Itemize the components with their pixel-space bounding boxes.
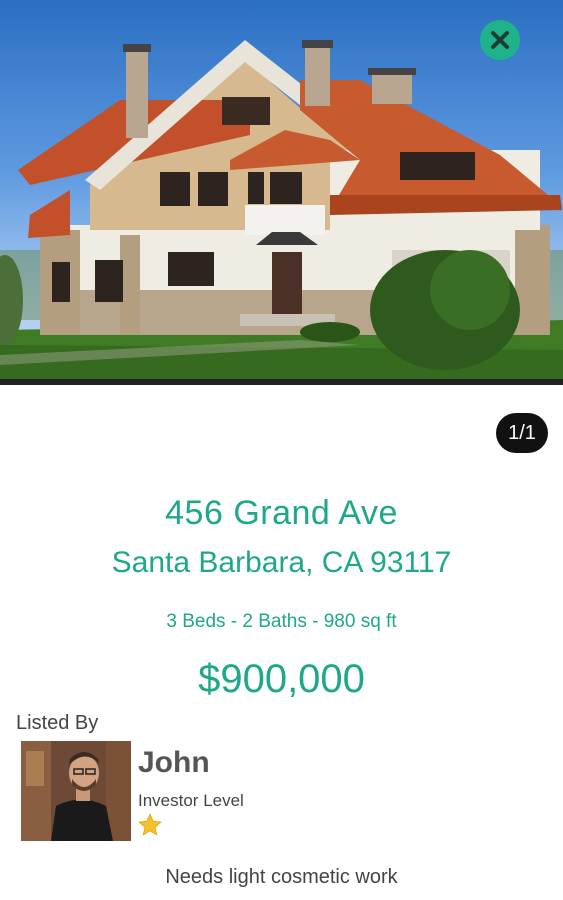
photo-counter: 1/1 xyxy=(496,413,548,453)
listing-specs: 3 Beds - 2 Baths - 980 sq ft xyxy=(166,611,397,632)
listing-price: $900,000 xyxy=(198,657,365,701)
close-icon xyxy=(491,31,509,49)
listing-note: Needs light cosmetic work xyxy=(165,866,398,888)
listing-photo[interactable] xyxy=(0,0,563,385)
listed-by-label: Listed By xyxy=(16,712,99,734)
listing-city: Santa Barbara, CA 93117 xyxy=(111,546,452,579)
agent-level: Investor Level xyxy=(138,791,244,810)
agent-avatar[interactable] xyxy=(21,741,131,841)
listing-street: 456 Grand Ave xyxy=(165,494,398,532)
agent-photo xyxy=(21,741,131,841)
house-image xyxy=(0,40,563,380)
close-button[interactable] xyxy=(480,20,520,60)
star-icon xyxy=(138,813,162,836)
agent-name[interactable]: John xyxy=(138,746,210,780)
photo-bottom-edge xyxy=(0,379,563,385)
